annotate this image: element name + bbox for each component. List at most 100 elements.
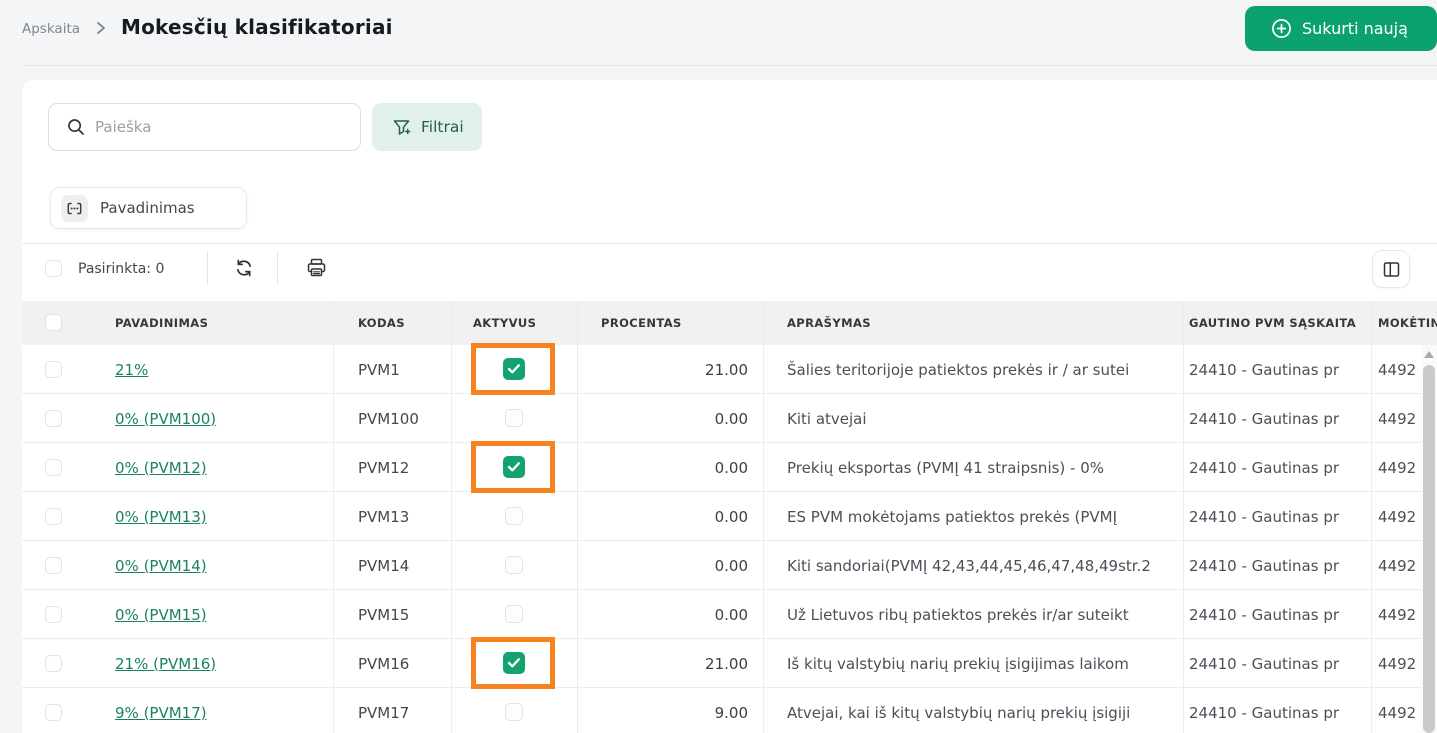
refresh-icon [236,259,252,277]
percent-cell: 0.00 [714,507,748,526]
row-select-checkbox[interactable] [45,459,62,476]
description-cell: Už Lietuvos ribų patiektos prekės ir/ar … [787,605,1129,624]
name-link[interactable]: 0% (PVM14) [115,557,207,575]
filters-button[interactable]: Filtrai [372,103,482,151]
column-header-moketino-pvm: MOKĖTIN [1378,316,1437,330]
column-divider [451,301,452,733]
print-button[interactable] [306,257,327,281]
description-cell: Kiti sandoriai(PVMĮ 42,43,44,45,46,47,48… [787,556,1151,575]
search-icon [68,119,84,135]
row-select-checkbox[interactable] [45,508,62,525]
table-row: 0% (PVM12) PVM12 0.00 Prekių eksportas (… [22,441,1437,493]
row-select-checkbox[interactable] [45,606,62,623]
vat-receivable-cell: 24410 - Gautinas pr [1189,654,1340,673]
row-select-checkbox[interactable] [45,557,62,574]
highlight-box [471,343,555,395]
percent-cell: 21.00 [705,360,748,379]
description-cell: Kiti atvejai [787,409,867,428]
scrollbar-up-arrow[interactable] [1424,351,1434,358]
column-header-kodas: KODAS [358,316,405,330]
active-checkbox[interactable] [505,507,523,525]
active-checkbox[interactable] [505,409,523,427]
column-header-gautino-pvm: GAUTINO PVM SĄSKAITA [1189,316,1357,330]
table-row: 21% (PVM16) PVM16 21.00 Iš kitų valstybi… [22,637,1437,689]
column-divider [333,301,334,733]
breadcrumb[interactable]: Apskaita [22,21,80,37]
column-header-procentas: PROCENTAS [601,316,682,330]
vat-receivable-cell: 24410 - Gautinas pr [1189,409,1340,428]
vat-receivable-cell: 24410 - Gautinas pr [1189,556,1340,575]
column-header-aprasymas: APRAŠYMAS [787,316,871,330]
toolbar-divider [22,243,1437,244]
description-cell: Atvejai, kai iš kitų valstybių narių pre… [787,703,1131,722]
description-cell: Šalies teritorijoje patiektos prekės ir … [787,360,1130,379]
column-divider [577,301,578,733]
selected-count-label: Pasirinkta: 0 [78,261,165,277]
column-divider [763,301,764,733]
percent-cell: 0.00 [714,556,748,575]
name-link[interactable]: 21% [115,361,148,379]
active-checkbox[interactable] [505,605,523,623]
filters-label: Filtrai [421,118,464,136]
vat-receivable-cell: 24410 - Gautinas pr [1189,360,1340,379]
plus-circle-icon [1272,19,1291,38]
row-select-checkbox[interactable] [45,655,62,672]
name-link[interactable]: 0% (PVM100) [115,410,216,428]
vat-receivable-cell: 24410 - Gautinas pr [1189,507,1340,526]
scrollbar-thumb[interactable] [1423,365,1435,733]
vat-receivable-cell: 24410 - Gautinas pr [1189,605,1340,624]
chip-label: Pavadinimas [100,199,195,217]
name-link[interactable]: 9% (PVM17) [115,704,207,722]
table-row: 21% PVM1 21.00 Šalies teritorijoje patie… [22,343,1437,395]
column-header-pavadinimas: PAVADINIMAS [115,316,209,330]
refresh-button[interactable] [234,258,254,281]
create-new-button[interactable]: Sukurti naują [1245,6,1437,51]
vat-receivable-cell: 24410 - Gautinas pr [1189,703,1340,722]
description-cell: Iš kitų valstybių narių prekių įsigijima… [787,654,1129,673]
toolbar-separator [207,252,208,284]
active-checkbox[interactable] [505,556,523,574]
column-chip-pavadinimas[interactable]: Pavadinimas [50,187,247,229]
table-row: 0% (PVM100) PVM100 0.00 Kiti atvejai 244… [22,394,1437,443]
search-box[interactable] [48,103,361,151]
percent-cell: 0.00 [714,409,748,428]
page-title: Mokesčių klasifikatoriai [121,15,393,39]
table-row: 9% (PVM17) PVM17 9.00 Atvejai, kai iš ki… [22,688,1437,733]
brackets-icon [61,194,88,222]
percent-cell: 9.00 [714,703,748,722]
name-link[interactable]: 0% (PVM13) [115,508,207,526]
printer-icon [307,258,326,277]
vat-receivable-cell: 24410 - Gautinas pr [1189,458,1340,477]
toolbar-separator [277,252,278,284]
row-select-checkbox[interactable] [45,361,62,378]
table-header: PAVADINIMAS KODAS AKTYVUS PROCENTAS APRA… [22,301,1437,345]
column-settings-button[interactable] [1372,250,1410,288]
percent-cell: 0.00 [714,458,748,477]
name-link[interactable]: 0% (PVM15) [115,606,207,624]
name-link[interactable]: 21% (PVM16) [115,655,216,673]
header-select-all-checkbox[interactable] [45,314,62,331]
percent-cell: 21.00 [705,654,748,673]
select-all-checkbox[interactable] [45,260,62,277]
table-row: 0% (PVM13) PVM13 0.00 ES PVM mokėtojams … [22,492,1437,541]
table-row: 0% (PVM15) PVM15 0.00 Už Lietuvos ribų p… [22,590,1437,639]
create-new-label: Sukurti naują [1302,19,1408,38]
column-header-aktyvus: AKTYVUS [473,316,537,330]
description-cell: Prekių eksportas (PVMĮ 41 straipsnis) - … [787,458,1105,477]
tax-classifiers-page: Apskaita Mokesčių klasifikatoriai Sukurt… [0,0,1437,733]
table-row: 0% (PVM14) PVM14 0.00 Kiti sandoriai(PVM… [22,541,1437,590]
chevron-right-icon [97,22,105,34]
row-select-checkbox[interactable] [45,410,62,427]
funnel-plus-icon [393,119,411,135]
column-divider [1371,301,1372,733]
search-input[interactable] [95,118,335,136]
description-cell: ES PVM mokėtojams patiektos prekės (PVMĮ [787,507,1118,526]
header-divider [22,65,1437,66]
highlight-box [471,637,555,689]
name-link[interactable]: 0% (PVM12) [115,459,207,477]
columns-icon [1383,261,1399,277]
vertical-scrollbar [1421,345,1437,733]
active-checkbox[interactable] [505,703,523,721]
row-select-checkbox[interactable] [45,704,62,721]
percent-cell: 0.00 [714,605,748,624]
